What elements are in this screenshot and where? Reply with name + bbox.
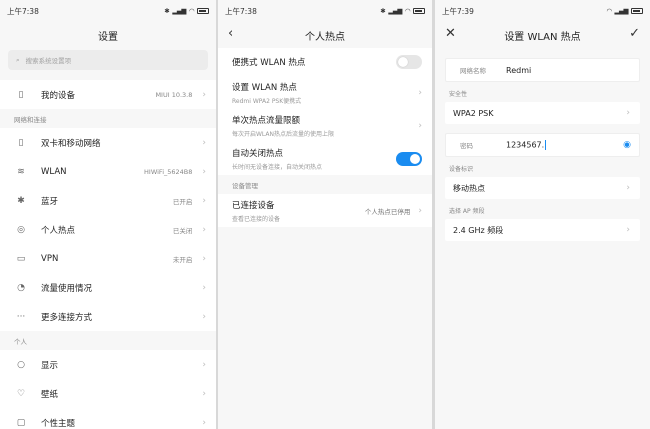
status-bar: 上午7:38 ✱ ▂▄▆ ◠ xyxy=(0,0,216,22)
auto-off-item[interactable]: 自动关闭热点 长时间无设备连接，自动关闭热点 xyxy=(218,142,432,175)
portable-hotspot-toggle[interactable] xyxy=(396,55,422,69)
chevron-right-icon: › xyxy=(202,166,206,177)
sidebar-item-wlan[interactable]: ≋ WLAN HIWiFi_5624B8 › xyxy=(0,157,216,186)
network-name-field[interactable]: 网络名称 Redmi xyxy=(445,58,640,82)
status-time: 上午7:38 xyxy=(225,6,257,16)
my-device-item[interactable]: ▯ 我的设备 MIUI 10.3.8 › xyxy=(0,80,216,109)
network-list: ▯ 双卡和移动网络 › ≋ WLAN HIWiFi_5624B8 › ✱ 蓝牙 … xyxy=(0,128,216,331)
search-icon: ⌕ xyxy=(16,55,20,64)
chevron-right-icon: › xyxy=(202,388,206,399)
sidebar-item-theme[interactable]: ▢ 个性主题 › xyxy=(0,408,216,429)
chevron-right-icon: › xyxy=(418,120,422,131)
section-personal: 个人 xyxy=(0,331,216,350)
setup-hotspot-screen: 上午7:39 ◠ ▂▄▆ ✕ 设置 WLAN 热点 ✓ 网络名称 Redmi 安全… xyxy=(435,0,650,429)
ap-band-select[interactable]: 2.4 GHz 频段 › xyxy=(445,219,640,241)
close-icon[interactable]: ✕ xyxy=(445,26,456,41)
phone-icon: ▯ xyxy=(18,89,24,100)
sim-icon: ▯ xyxy=(18,137,24,148)
bluetooth-icon: ✱ xyxy=(17,195,25,206)
status-time: 上午7:39 xyxy=(442,6,474,16)
page-title: 设置 WLAN 热点 xyxy=(504,31,581,43)
settings-screen: 上午7:38 ✱ ▂▄▆ ◠ 设置 ⌕ 搜索系统设置项 ▯ 我的设备 MIUI 10… xyxy=(0,0,216,429)
sidebar-item-more-connections[interactable]: ··· 更多连接方式 › xyxy=(0,302,216,331)
wallpaper-icon: ♡ xyxy=(16,388,26,399)
chevron-right-icon: › xyxy=(418,87,422,98)
hotspot-screen: 上午7:38 ✱ ▂▄▆ ◠ ‹ 个人热点 便携式 WLAN 热点 设置 WLAN … xyxy=(218,0,432,429)
section-device-management: 设备管理 xyxy=(218,175,432,194)
device-id-select[interactable]: 移动热点 › xyxy=(445,177,640,199)
data-usage-icon: ◔ xyxy=(17,282,25,293)
data-limit-item[interactable]: 单次热点流量限额 每次开启WLAN热点后流量的使用上限 › xyxy=(218,109,432,142)
search-input[interactable]: ⌕ 搜索系统设置项 xyxy=(8,50,208,70)
chevron-right-icon: › xyxy=(202,137,206,148)
chevron-right-icon: › xyxy=(202,417,206,428)
sidebar-item-vpn[interactable]: ▭ VPN 未开启 › xyxy=(0,244,216,273)
confirm-icon[interactable]: ✓ xyxy=(629,26,640,41)
wifi-icon: ◠ xyxy=(404,7,411,15)
sidebar-item-data-usage[interactable]: ◔ 流量使用情况 › xyxy=(0,273,216,302)
bluetooth-icon: ✱ xyxy=(380,7,386,15)
theme-icon: ▢ xyxy=(16,417,26,428)
status-time: 上午7:38 xyxy=(7,6,39,16)
wifi-icon: ◠ xyxy=(606,7,612,15)
chevron-right-icon: › xyxy=(418,205,422,216)
chevron-right-icon: › xyxy=(202,253,206,264)
chevron-right-icon: › xyxy=(202,89,206,100)
personal-list: ○ 显示 › ♡ 壁纸 › ▢ 个性主题 › xyxy=(0,350,216,429)
wifi-icon: ≋ xyxy=(17,166,25,177)
auto-off-toggle[interactable] xyxy=(396,151,422,166)
signal-icon: ▂▄▆ xyxy=(172,7,186,15)
security-select[interactable]: WPA2 PSK › xyxy=(445,102,640,124)
chevron-right-icon: › xyxy=(626,225,630,235)
battery-icon xyxy=(197,8,209,14)
battery-icon xyxy=(413,8,425,14)
sidebar-item-hotspot[interactable]: ◎ 个人热点 已关闭 › xyxy=(0,215,216,244)
setup-hotspot-item[interactable]: 设置 WLAN 热点 Redmi WPA2 PSK便携式 › xyxy=(218,76,432,109)
vpn-icon: ▭ xyxy=(16,253,26,264)
eye-icon[interactable]: ◉ xyxy=(623,140,631,150)
page-title: 个人热点 xyxy=(305,31,345,43)
more-icon: ··· xyxy=(16,311,26,322)
status-bar: 上午7:38 ✱ ▂▄▆ ◠ xyxy=(218,0,432,22)
status-bar: 上午7:39 ◠ ▂▄▆ xyxy=(435,0,650,22)
sidebar-item-display[interactable]: ○ 显示 › xyxy=(0,350,216,379)
sidebar-item-bluetooth[interactable]: ✱ 蓝牙 已开启 › xyxy=(0,186,216,215)
password-field[interactable]: 密码 1234567. ◉ xyxy=(445,133,640,157)
sidebar-item-dual-sim[interactable]: ▯ 双卡和移动网络 › xyxy=(0,128,216,157)
screens: 上午7:38 ✱ ▂▄▆ ◠ 设置 ⌕ 搜索系统设置项 ▯ 我的设备 MIUI 10… xyxy=(0,0,650,429)
section-network: 网络和连接 xyxy=(0,109,216,128)
search-placeholder: 搜索系统设置项 xyxy=(25,57,72,65)
back-icon[interactable]: ‹ xyxy=(228,26,233,41)
chevron-right-icon: › xyxy=(202,195,206,206)
chevron-right-icon: › xyxy=(202,359,206,370)
signal-icon: ▂▄▆ xyxy=(388,7,402,15)
signal-icon: ▂▄▆ xyxy=(614,7,629,15)
wifi-icon: ◠ xyxy=(188,7,195,15)
hotspot-icon: ◎ xyxy=(17,224,25,235)
battery-icon xyxy=(631,8,643,14)
connected-devices-item[interactable]: 已连接设备 查看已连接的设备 个人热点已停用 › xyxy=(218,194,432,227)
chevron-right-icon: › xyxy=(202,282,206,293)
password-value: 1234567. xyxy=(506,140,545,150)
portable-hotspot-item[interactable]: 便携式 WLAN 热点 xyxy=(218,48,432,76)
page-title: 设置 xyxy=(98,31,118,43)
chevron-right-icon: › xyxy=(202,224,206,235)
chevron-right-icon: › xyxy=(626,108,630,118)
sidebar-item-wallpaper[interactable]: ♡ 壁纸 › xyxy=(0,379,216,408)
chevron-right-icon: › xyxy=(626,183,630,193)
bluetooth-icon: ✱ xyxy=(164,7,170,15)
chevron-right-icon: › xyxy=(202,311,206,322)
display-icon: ○ xyxy=(17,359,25,370)
